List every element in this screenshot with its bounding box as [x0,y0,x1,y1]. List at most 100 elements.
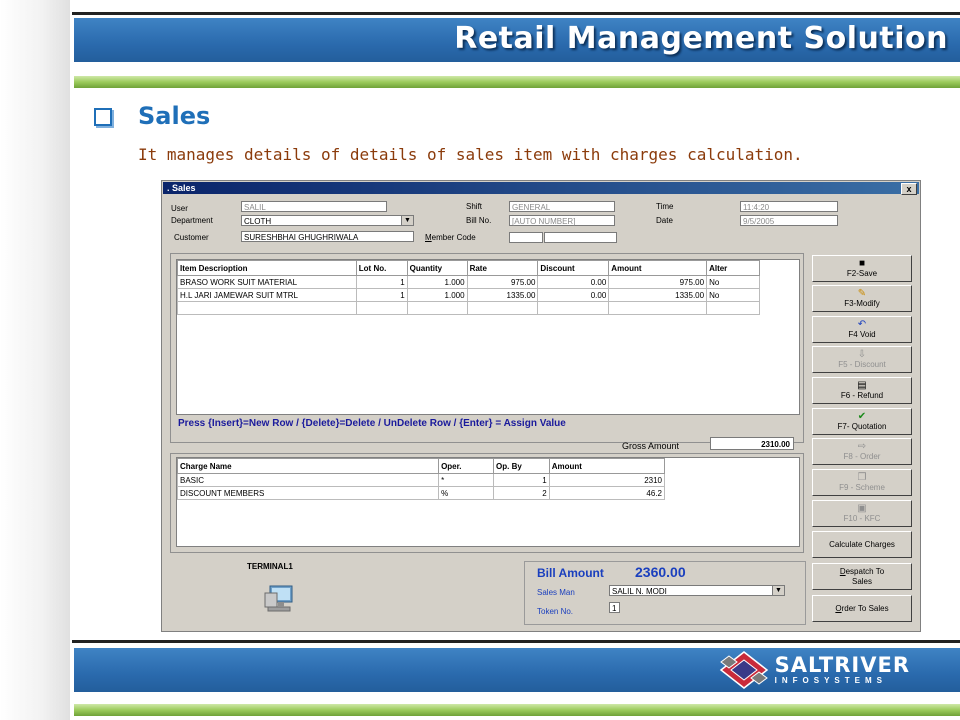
logo-sub-text: INFOSYSTEMS [774,675,887,685]
sales-window: . Sales x User SALIL Shift GENERAL Time … [161,180,921,632]
table-row[interactable]: DISCOUNT MEMBERS % 2 46.2 [176,486,666,500]
chevron-down-icon[interactable]: ▼ [401,216,413,225]
charge-name-cell[interactable]: DISCOUNT MEMBERS [176,486,440,500]
save-button[interactable]: ■ F2-Save [812,255,912,282]
scheme-button[interactable]: ❐ F9 - Scheme [812,469,912,496]
item-desc-cell[interactable]: H.L JARI JAMEWAR SUIT MTRL [177,288,357,302]
section-description: It manages details of details of sales i… [138,145,803,164]
refund-button[interactable]: ▤ F6 - Refund [812,377,912,404]
bottom-green-bar [74,704,960,716]
order-button[interactable]: ⇨ F8 - Order [812,438,912,465]
op-by-cell[interactable]: 2 [493,486,550,500]
customer-field[interactable]: SURESHBHAI GHUGHRIWALA [241,231,414,242]
amount-cell[interactable]: 975.00 [608,275,708,289]
saltriver-logo: SALTRIVER INFOSYSTEMS [717,650,910,690]
oper-cell[interactable]: % [438,486,495,500]
order-to-sales-button[interactable]: Order To Sales [812,595,912,622]
col-charge-name: Charge Name [176,458,440,474]
department-value: CLOTH [244,217,272,226]
col-alter: Alter [706,260,760,276]
membercode-field-2[interactable] [544,232,617,243]
alter-cell[interactable]: No [706,275,760,289]
department-label: Department [171,216,213,225]
op-by-cell[interactable]: 1 [493,473,550,487]
header-banner: Retail Management Solution [74,18,960,62]
logo-diamond-icon [719,651,768,689]
item-desc-cell[interactable]: BRASO WORK SUIT MATERIAL [177,275,357,289]
charges-table: Charge Name Oper. Op. By Amount BASIC * … [176,458,666,500]
checkbox-bullet-icon [94,108,112,126]
oper-cell[interactable]: * [438,473,495,487]
billno-label: Bill No. [466,216,492,225]
arrow-down-icon: ⇩ [857,348,867,360]
charge-amount-cell[interactable]: 46.2 [548,486,666,500]
items-grid[interactable]: Item Descrioption Lot No. Quantity Rate … [176,259,800,415]
col-discount: Discount [537,260,610,276]
rate-cell[interactable]: 1335.00 [466,288,539,302]
amount-cell[interactable]: 1335.00 [608,288,708,302]
top-green-bar [74,76,960,88]
pencil-icon: ✎ [857,287,867,299]
banner-title: Retail Management Solution [454,21,948,56]
time-label: Time [656,202,674,211]
void-button[interactable]: ↶ F4 Void [812,316,912,343]
user-field[interactable]: SALIL [241,201,387,212]
date-label: Date [656,216,673,225]
shift-label: Shift [466,202,483,211]
calculate-charges-button[interactable]: Calculate Charges [812,531,912,558]
window-titlebar: . Sales x [163,182,919,195]
document-icon: ▤ [857,379,867,391]
col-charge-amount: Amount [548,458,666,474]
col-rate: Rate [466,260,539,276]
table-row[interactable]: BRASO WORK SUIT MATERIAL 1 1.000 975.00 … [177,275,760,289]
discount-cell[interactable]: 0.00 [537,288,610,302]
gross-amount-label: Gross Amount [622,441,680,451]
charge-amount-cell[interactable]: 2310 [548,473,666,487]
bill-summary-box: Bill Amount 2360.00 Sales Man SALIL N. M… [524,561,806,625]
quotation-button[interactable]: ✔ F7- Quotation [812,408,912,435]
salesman-select[interactable]: SALIL N. MODI ▼ [609,585,785,596]
table-row[interactable]: BASIC * 1 2310 [176,473,666,487]
lot-cell[interactable]: 1 [355,275,408,289]
arrow-right-icon: ⇨ [857,440,867,452]
alter-cell[interactable]: No [706,288,760,302]
gross-amount-field: 2310.00 [710,437,794,450]
items-header-row: Item Descrioption Lot No. Quantity Rate … [177,260,760,276]
membercode-field-1[interactable] [509,232,543,243]
table-row[interactable]: H.L JARI JAMEWAR SUIT MTRL 1 1.000 1335.… [177,288,760,302]
items-table: Item Descrioption Lot No. Quantity Rate … [177,260,760,315]
section-heading: Sales [138,102,211,130]
membercode-label: Member Code [425,233,476,242]
col-oper: Oper. [438,458,495,474]
undo-icon: ↶ [857,318,867,330]
charge-name-cell[interactable]: BASIC [176,473,440,487]
bill-amount-label: Bill Amount [537,566,604,580]
close-button[interactable]: x [901,183,917,195]
chevron-down-icon[interactable]: ▼ [772,586,784,595]
date-field[interactable]: 9/5/2005 [740,215,838,226]
salesman-value: SALIL N. MODI [612,587,667,596]
token-field[interactable]: 1 [609,602,620,613]
keyboard-hint: Press {Insert}=New Row / {Delete}=Delete… [178,418,566,429]
col-amount: Amount [608,260,708,276]
rate-cell[interactable]: 975.00 [466,275,539,289]
billno-field[interactable]: [AUTO NUMBER] [509,215,615,226]
charges-grid[interactable]: Charge Name Oper. Op. By Amount BASIC * … [176,457,800,547]
quantity-cell[interactable]: 1.000 [406,275,468,289]
kfc-button[interactable]: ▣ F10 - KFC [812,500,912,527]
customer-label: Customer [174,233,209,242]
col-quantity: Quantity [406,260,468,276]
modify-button[interactable]: ✎ F3-Modify [812,285,912,312]
department-select[interactable]: CLOTH ▼ [241,215,414,226]
salesman-label: Sales Man [537,588,575,597]
computer-icon [264,585,293,612]
discount-button[interactable]: ⇩ F5 - Discount [812,346,912,373]
floppy-icon: ■ [858,257,866,269]
shift-field[interactable]: GENERAL [509,201,615,212]
discount-cell[interactable]: 0.00 [537,275,610,289]
table-row-empty[interactable] [177,301,760,315]
despatch-to-sales-button[interactable]: Despatch To Sales [812,563,912,590]
time-field[interactable]: 11:4:20 [740,201,838,212]
quantity-cell[interactable]: 1.000 [406,288,468,302]
lot-cell[interactable]: 1 [355,288,408,302]
